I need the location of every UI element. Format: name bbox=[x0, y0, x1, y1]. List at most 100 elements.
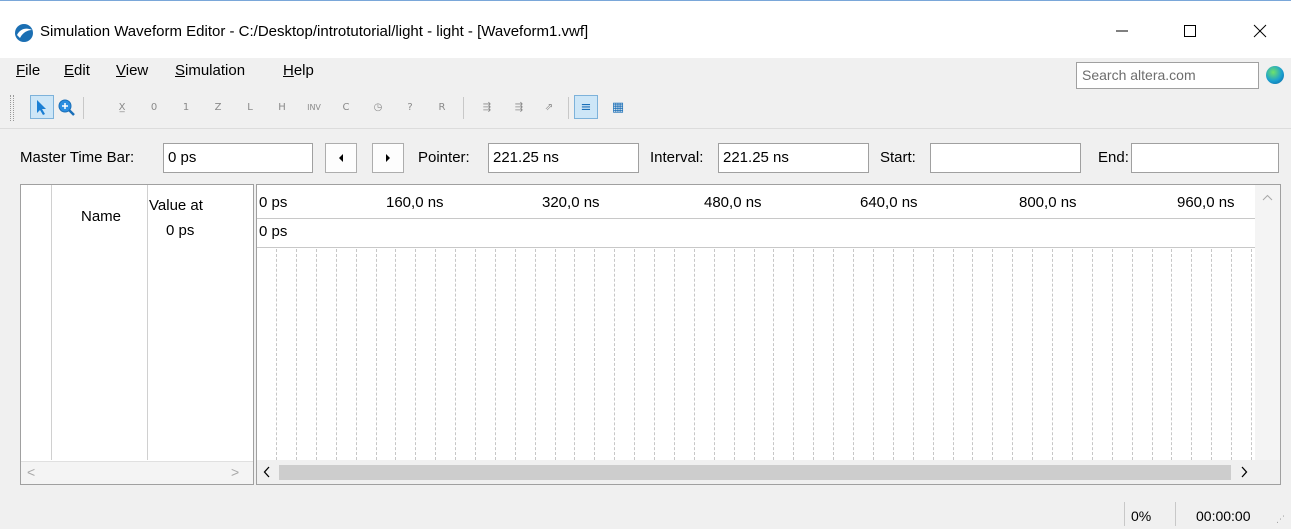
waveform-grid[interactable] bbox=[257, 249, 1255, 460]
random-value-button[interactable]: R bbox=[430, 95, 454, 119]
count-value-button[interactable]: C bbox=[334, 95, 358, 119]
grid-line bbox=[1191, 249, 1192, 460]
run-functional-simulation-icon: ⇶ bbox=[482, 101, 492, 113]
high-impedance-button[interactable]: Z bbox=[206, 95, 230, 119]
menu-view[interactable]: View bbox=[116, 62, 148, 79]
grid-line bbox=[356, 249, 357, 460]
master-time-cursor-row[interactable]: 0 ps bbox=[257, 219, 1255, 248]
run-timing-simulation-button[interactable]: ⇶ bbox=[507, 95, 531, 119]
waveform-hscroll-thumb[interactable] bbox=[279, 465, 1231, 480]
master-time-bar-field[interactable]: 0 ps bbox=[163, 143, 313, 173]
start-field[interactable] bbox=[930, 143, 1081, 173]
grid-line bbox=[793, 249, 794, 460]
generate-netlist-icon: ⇗ bbox=[544, 101, 554, 113]
run-functional-simulation-button[interactable]: ⇶ bbox=[475, 95, 499, 119]
grid-line bbox=[535, 249, 536, 460]
grid-line bbox=[754, 249, 755, 460]
grid-snap-icon: ▦ bbox=[611, 99, 625, 115]
window-title: Simulation Waveform Editor - C:/Desktop/… bbox=[40, 23, 589, 40]
grid-line bbox=[893, 249, 894, 460]
grid-line bbox=[813, 249, 814, 460]
toolbar-grip[interactable] bbox=[10, 95, 14, 121]
quartus-app-icon bbox=[15, 24, 33, 42]
ruler-tick-label: 160,0 ns bbox=[386, 194, 444, 211]
search-input[interactable]: Search altera.com bbox=[1076, 62, 1259, 89]
name-column-header[interactable]: Name bbox=[81, 208, 121, 225]
scroll-left-icon[interactable] bbox=[263, 466, 271, 478]
grid-line bbox=[1112, 249, 1113, 460]
grid-line bbox=[1132, 249, 1133, 460]
weak-high-button[interactable]: H bbox=[270, 95, 294, 119]
grid-line bbox=[435, 249, 436, 460]
waveform-display-button[interactable]: ≡ bbox=[574, 95, 598, 119]
previous-transition-button[interactable] bbox=[325, 143, 357, 173]
weak-low-button[interactable]: L bbox=[238, 95, 262, 119]
start-label: Start: bbox=[880, 149, 916, 166]
grid-line bbox=[933, 249, 934, 460]
interval-label: Interval: bbox=[650, 149, 704, 166]
resize-grip-icon[interactable]: ⋰ bbox=[1276, 514, 1285, 525]
clock-button[interactable]: ◷ bbox=[366, 95, 390, 119]
grid-snap-button[interactable]: ▦ bbox=[606, 95, 630, 119]
value-column-header[interactable]: Value at bbox=[149, 197, 203, 214]
pointer-field[interactable]: 221.25 ns bbox=[488, 143, 639, 173]
grid-line bbox=[296, 249, 297, 460]
grid-line bbox=[734, 249, 735, 460]
triangle-left-icon bbox=[339, 154, 343, 162]
maximize-icon bbox=[1184, 25, 1196, 37]
menu-simulation[interactable]: Simulation bbox=[175, 62, 245, 79]
maximize-button[interactable] bbox=[1168, 9, 1212, 53]
high-impedance-icon: Z bbox=[214, 101, 222, 113]
menu-simulation-mnemonic: S bbox=[175, 62, 186, 79]
grid-line bbox=[336, 249, 337, 460]
next-transition-button[interactable] bbox=[372, 143, 404, 173]
menu-simulation-label: imulation bbox=[185, 62, 246, 79]
grid-line bbox=[1211, 249, 1212, 460]
grid-line bbox=[594, 249, 595, 460]
zoom-tool-button[interactable] bbox=[54, 95, 78, 119]
menu-file[interactable]: File bbox=[16, 62, 40, 79]
scroll-right-icon[interactable] bbox=[1240, 466, 1248, 478]
time-ruler[interactable]: 0 ps 160,0 ns 320,0 ns 480,0 ns 640,0 ns… bbox=[257, 185, 1255, 219]
waveform-vscrollbar[interactable] bbox=[1255, 185, 1280, 476]
status-progress: 0% bbox=[1131, 508, 1152, 524]
grid-line bbox=[674, 249, 675, 460]
end-field[interactable] bbox=[1131, 143, 1279, 173]
grid-line bbox=[515, 249, 516, 460]
run-timing-simulation-icon: ⇶ bbox=[514, 101, 524, 113]
pointer-label: Pointer: bbox=[418, 149, 470, 166]
scroll-right-icon[interactable]: > bbox=[231, 464, 239, 480]
signal-list-panel[interactable]: Name Value at 0 ps < > bbox=[20, 184, 254, 485]
toolbar: X̲ 0 1 Z L H INV C ◷ ? R ⇶ ⇶ ⇗ ≡ ▦ bbox=[0, 92, 1291, 124]
invert-icon: INV bbox=[307, 102, 321, 112]
toolbar-separator bbox=[568, 97, 569, 119]
scroll-left-icon[interactable]: < bbox=[27, 464, 35, 480]
grid-line bbox=[555, 249, 556, 460]
ruler-tick-label: 800,0 ns bbox=[1019, 194, 1077, 211]
forcing-low-button[interactable]: 0 bbox=[142, 95, 166, 119]
waveform-panel[interactable]: 0 ps 160,0 ns 320,0 ns 480,0 ns 640,0 ns… bbox=[256, 184, 1281, 485]
interval-field[interactable]: 221.25 ns bbox=[718, 143, 869, 173]
uninitialized-value-icon: X̲ bbox=[118, 101, 126, 113]
menu-edit[interactable]: Edit bbox=[64, 62, 90, 79]
waveform-hscrollbar[interactable] bbox=[257, 460, 1280, 484]
scroll-up-icon[interactable] bbox=[1262, 194, 1273, 202]
grid-line bbox=[833, 249, 834, 460]
selection-tool-button[interactable] bbox=[30, 95, 54, 119]
title-bar: Simulation Waveform Editor - C:/Desktop/… bbox=[0, 0, 1291, 58]
invert-button[interactable]: INV bbox=[302, 95, 326, 119]
forcing-high-button[interactable]: 1 bbox=[174, 95, 198, 119]
grid-line bbox=[1072, 249, 1073, 460]
close-button[interactable] bbox=[1238, 9, 1282, 53]
generate-netlist-button[interactable]: ⇗ bbox=[537, 95, 561, 119]
grid-line bbox=[574, 249, 575, 460]
globe-icon[interactable] bbox=[1266, 66, 1284, 84]
uninitialized-button[interactable]: X̲ bbox=[110, 95, 134, 119]
grid-line bbox=[614, 249, 615, 460]
grid-line bbox=[714, 249, 715, 460]
minimize-button[interactable] bbox=[1100, 9, 1144, 53]
arbitrary-value-button[interactable]: ? bbox=[398, 95, 422, 119]
signal-list-hscrollbar[interactable]: < > bbox=[21, 461, 253, 484]
grid-line bbox=[415, 249, 416, 460]
menu-help[interactable]: Help bbox=[283, 62, 314, 79]
